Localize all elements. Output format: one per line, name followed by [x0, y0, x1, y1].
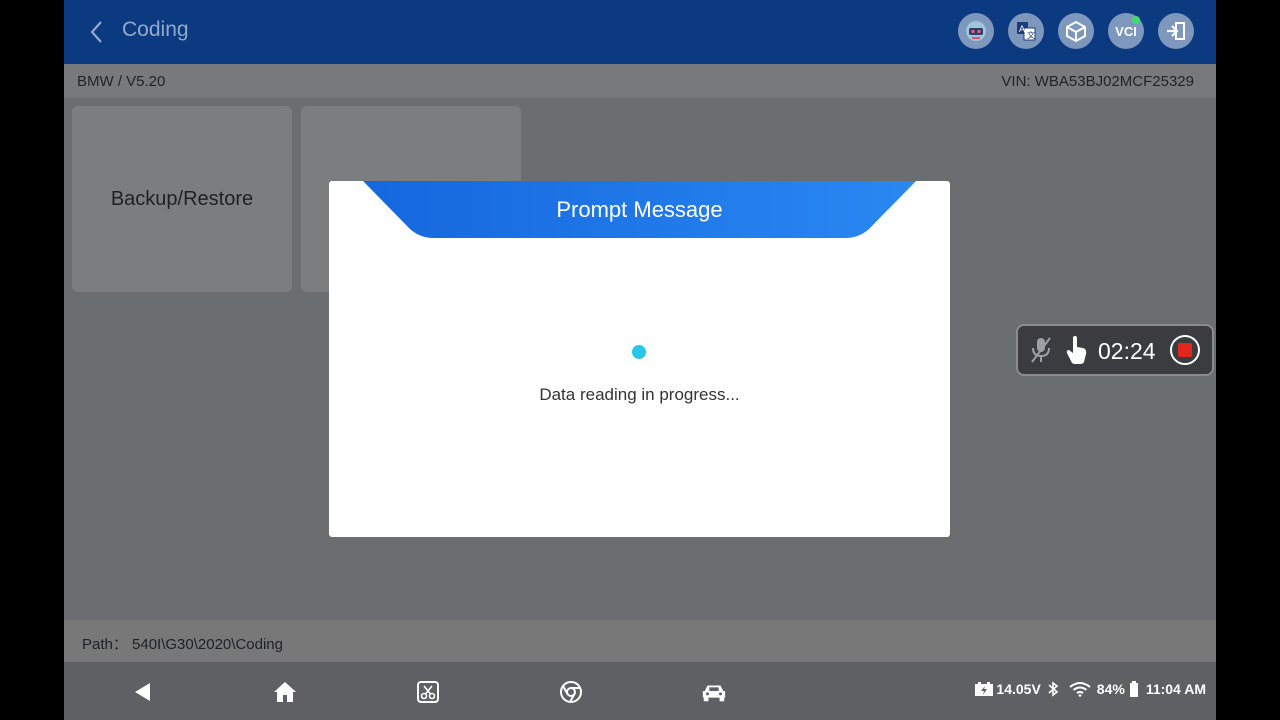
recording-time: 02:24 [1098, 338, 1156, 364]
chevron-left-icon [90, 21, 102, 43]
stop-record-button[interactable] [1170, 335, 1200, 365]
back-triangle-icon[interactable] [130, 679, 156, 705]
voltage-label: 14.05V [996, 681, 1041, 697]
bluetooth-icon [1048, 681, 1059, 697]
vehicle-version: BMW / V5.20 [77, 73, 166, 90]
page-title: Coding [122, 18, 189, 41]
tile-label: Backup/Restore [110, 187, 254, 210]
svg-text:A: A [1019, 24, 1025, 34]
stop-icon [1178, 343, 1192, 357]
chrome-icon[interactable] [558, 679, 584, 705]
top-bar: Coding A 文 VCI [64, 0, 1216, 64]
vehicle-info-bar: BMW / V5.20 VIN: WBA53BJ02MCF25329 [64, 64, 1216, 98]
system-nav-bar: 14.05V 84% 11:04 AM [64, 662, 1216, 720]
dialog-title: Prompt Message [556, 197, 723, 222]
path-text: Path： 540I\G30\2020\Coding [82, 636, 283, 653]
app-screen: Coding A 文 VCI BMW / V5.20 VIN: WBA53BJ0… [64, 0, 1216, 720]
home-icon[interactable] [272, 679, 298, 705]
path-bar: Path： 540I\G30\2020\Coding [64, 620, 1216, 662]
dialog-message: Data reading in progress... [539, 385, 740, 404]
vci-label: VCI [1115, 23, 1137, 39]
box-icon[interactable] [1058, 13, 1094, 49]
wifi-icon [1069, 682, 1091, 697]
status-area: 14.05V 84% 11:04 AM [974, 681, 1206, 697]
car-icon[interactable] [701, 679, 727, 705]
vin-label: VIN: WBA53BJ02MCF25329 [1001, 73, 1194, 90]
screen-recorder-widget[interactable]: 02:24 [1016, 324, 1214, 376]
clock: 11:04 AM [1145, 681, 1206, 697]
touch-hand-icon[interactable] [1064, 334, 1090, 366]
mic-off-icon[interactable] [1028, 335, 1054, 365]
screenshot-icon[interactable] [415, 679, 441, 705]
loading-spinner [632, 345, 646, 359]
car-battery-icon [975, 682, 994, 696]
robot-icon[interactable] [958, 13, 994, 49]
prompt-dialog: Prompt Message Data reading in progress.… [329, 181, 950, 537]
translate-icon[interactable]: A 文 [1008, 13, 1044, 49]
exit-icon[interactable] [1158, 13, 1194, 49]
battery-icon [1129, 681, 1138, 697]
vci-status-dot [1132, 16, 1140, 24]
back-button[interactable] [82, 16, 114, 48]
vci-icon[interactable]: VCI [1108, 13, 1144, 49]
battery-percent: 84% [1096, 681, 1125, 697]
svg-text:文: 文 [1027, 30, 1035, 40]
tile-backup-restore[interactable]: Backup/Restore [72, 106, 292, 292]
